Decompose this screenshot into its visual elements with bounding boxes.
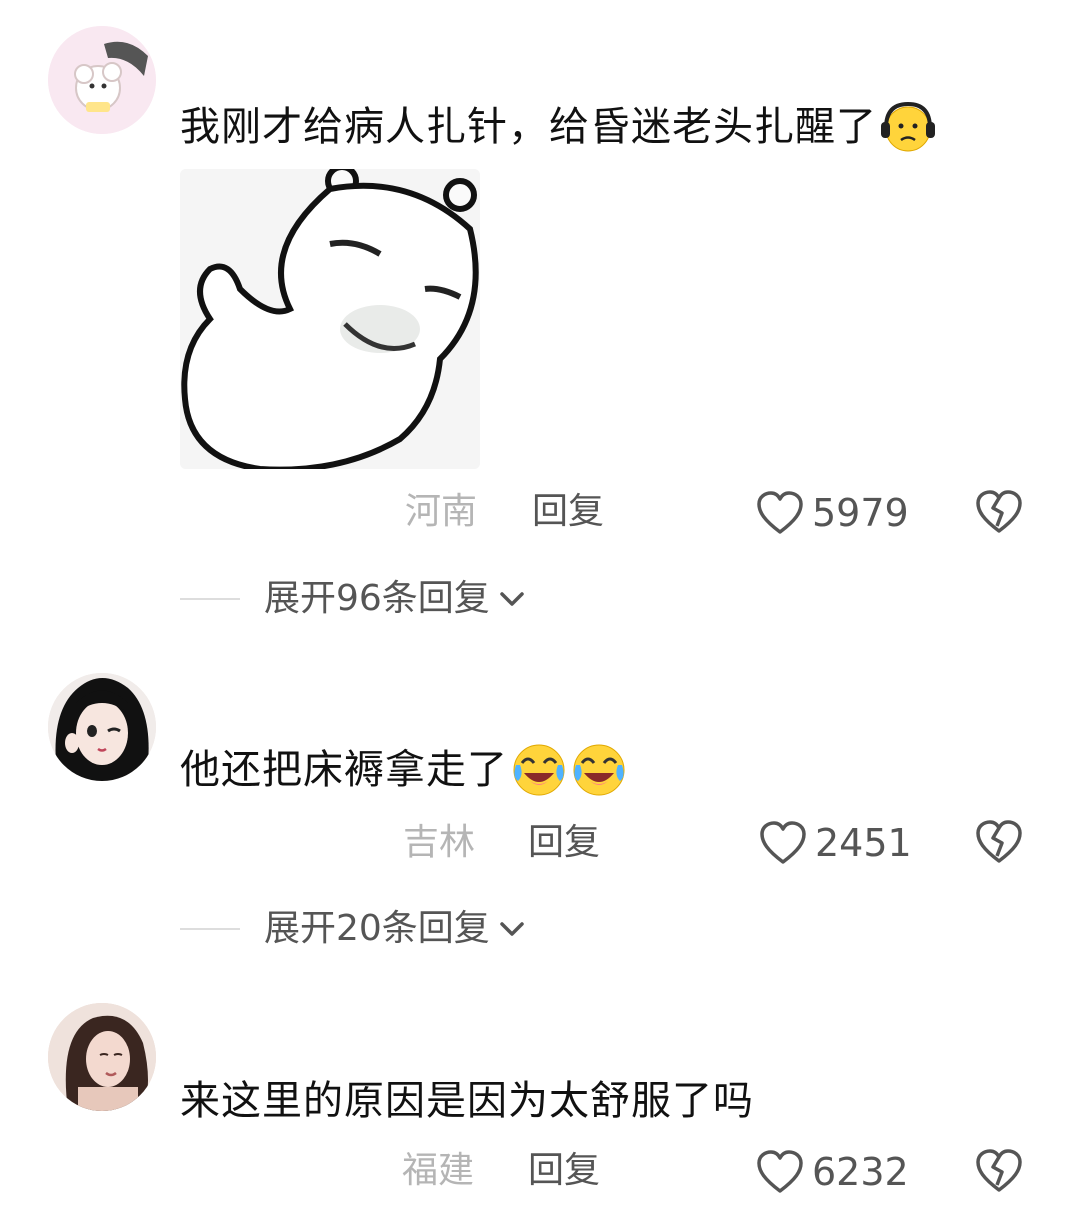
avatar[interactable] bbox=[48, 26, 156, 134]
reply-button[interactable]: 回复 bbox=[528, 1153, 600, 1189]
location-label: 河南 bbox=[405, 491, 478, 532]
expand-replies-label: 展开20条回复 bbox=[264, 908, 490, 949]
heart-outline-icon bbox=[760, 821, 806, 864]
chevron-down-icon bbox=[500, 922, 524, 936]
location-label: 福建 bbox=[402, 1150, 475, 1191]
like-count: 2451 bbox=[815, 821, 912, 865]
like-button[interactable]: 2451 bbox=[759, 820, 912, 866]
comment-text: 我刚才给病人扎针，给昏迷老头扎醒了 bbox=[180, 98, 937, 156]
expand-replies-label: 展开96条回复 bbox=[264, 578, 490, 619]
avatar[interactable] bbox=[48, 1003, 156, 1111]
avatar[interactable] bbox=[48, 673, 156, 781]
comment-body: 来这里的原因是因为太舒服了吗 bbox=[180, 1078, 754, 1124]
crying-laughing-emoji bbox=[573, 744, 625, 796]
like-button[interactable]: 5979 bbox=[756, 490, 909, 536]
expand-replies-button[interactable]: 展开20条回复 bbox=[180, 911, 528, 947]
like-button[interactable]: 6232 bbox=[756, 1149, 909, 1195]
like-count: 5979 bbox=[812, 491, 909, 535]
comment-feed: 我刚才给病人扎针，给昏迷老头扎醒了 河南 回复 5979 展开96条回复 他还把… bbox=[0, 0, 1080, 1220]
location-label: 吉林 bbox=[403, 822, 476, 863]
divider-line bbox=[180, 928, 240, 930]
reply-button[interactable]: 回复 bbox=[532, 494, 604, 530]
meme-sticker-image[interactable] bbox=[180, 169, 480, 469]
heart-outline-icon bbox=[757, 1150, 803, 1193]
broken-heart-icon[interactable] bbox=[975, 818, 1023, 866]
broken-heart-icon[interactable] bbox=[975, 1147, 1023, 1195]
comment-text: 来这里的原因是因为太舒服了吗 bbox=[180, 1081, 754, 1121]
like-count: 6232 bbox=[812, 1150, 909, 1194]
comment-text: 他还把床褥拿走了 bbox=[180, 741, 628, 799]
divider-line bbox=[180, 598, 240, 600]
neutral-face-headphones-emoji bbox=[881, 101, 935, 152]
chevron-down-icon bbox=[500, 592, 524, 606]
expand-replies-button[interactable]: 展开96条回复 bbox=[180, 581, 528, 617]
comment-body: 他还把床褥拿走了 bbox=[180, 747, 508, 793]
heart-outline-icon bbox=[757, 491, 803, 534]
comment-body: 我刚才给病人扎针，给昏迷老头扎醒了 bbox=[180, 104, 877, 150]
broken-heart-icon[interactable] bbox=[975, 488, 1023, 536]
reply-button[interactable]: 回复 bbox=[528, 825, 600, 861]
crying-laughing-emoji bbox=[513, 744, 565, 796]
